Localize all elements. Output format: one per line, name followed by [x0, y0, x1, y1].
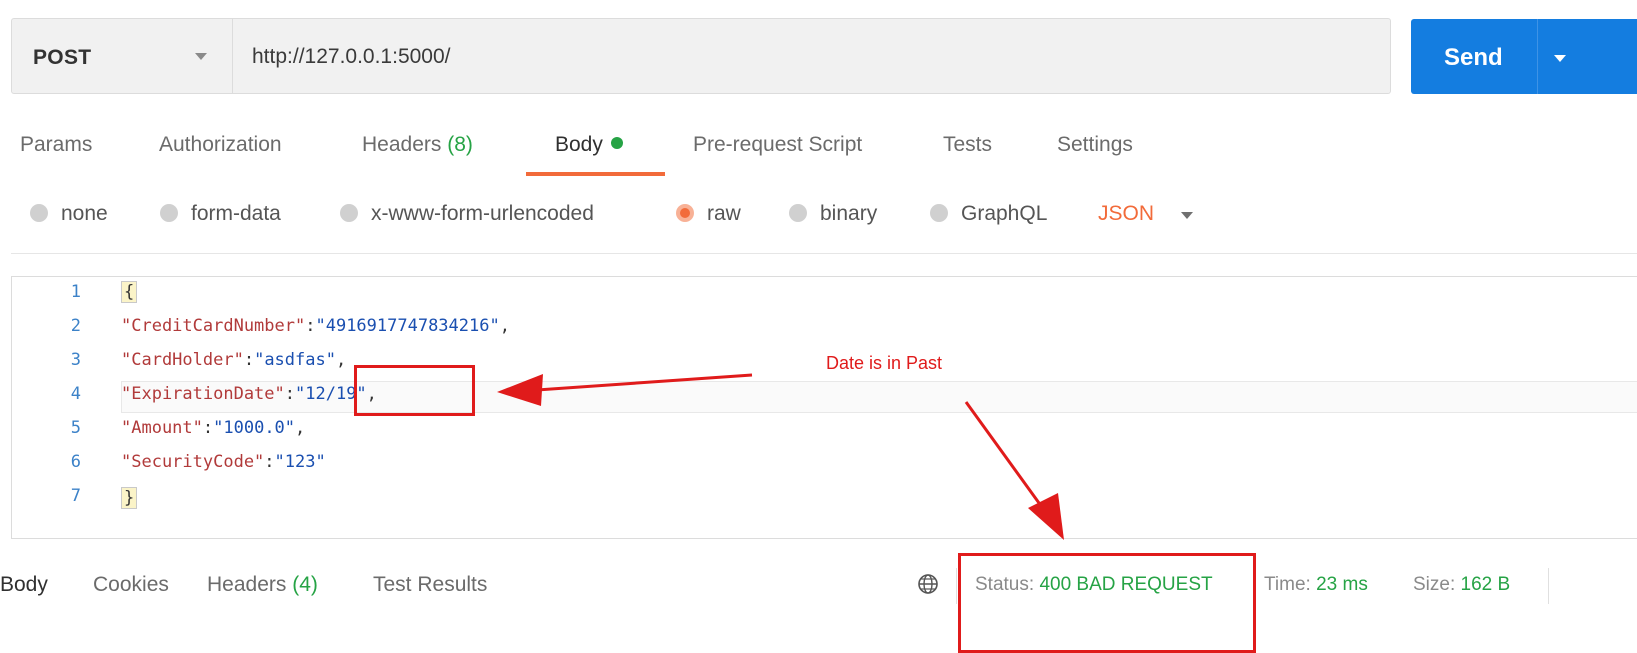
globe-icon[interactable] [917, 573, 939, 595]
response-size: Size: 162 B [1413, 574, 1510, 596]
arrow-head-icon [497, 374, 543, 406]
arrow-head-icon [1028, 493, 1064, 540]
time-value: 23 ms [1316, 574, 1368, 595]
status-value: 400 BAD REQUEST [1039, 574, 1213, 595]
size-value: 162 B [1460, 574, 1511, 595]
response-tab-cookies[interactable]: Cookies [93, 573, 169, 597]
arrow-to-date-icon [507, 373, 753, 394]
response-headers-count: (4) [292, 573, 318, 596]
size-label: Size: [1413, 574, 1456, 595]
response-tab-test-results[interactable]: Test Results [373, 573, 487, 597]
annotation-arrows [497, 373, 1064, 540]
status-label: Status: [975, 574, 1035, 595]
response-status: Status: 400 BAD REQUEST [975, 574, 1213, 596]
response-headers-label: Headers [207, 573, 287, 596]
time-label: Time: [1264, 574, 1311, 595]
divider [956, 568, 957, 604]
response-tab-body[interactable]: Body [0, 573, 48, 597]
response-time: Time: 23 ms [1264, 574, 1368, 596]
annotation-status-box [958, 553, 1256, 653]
response-tab-headers[interactable]: Headers (4) [207, 573, 318, 597]
divider [1548, 568, 1549, 604]
